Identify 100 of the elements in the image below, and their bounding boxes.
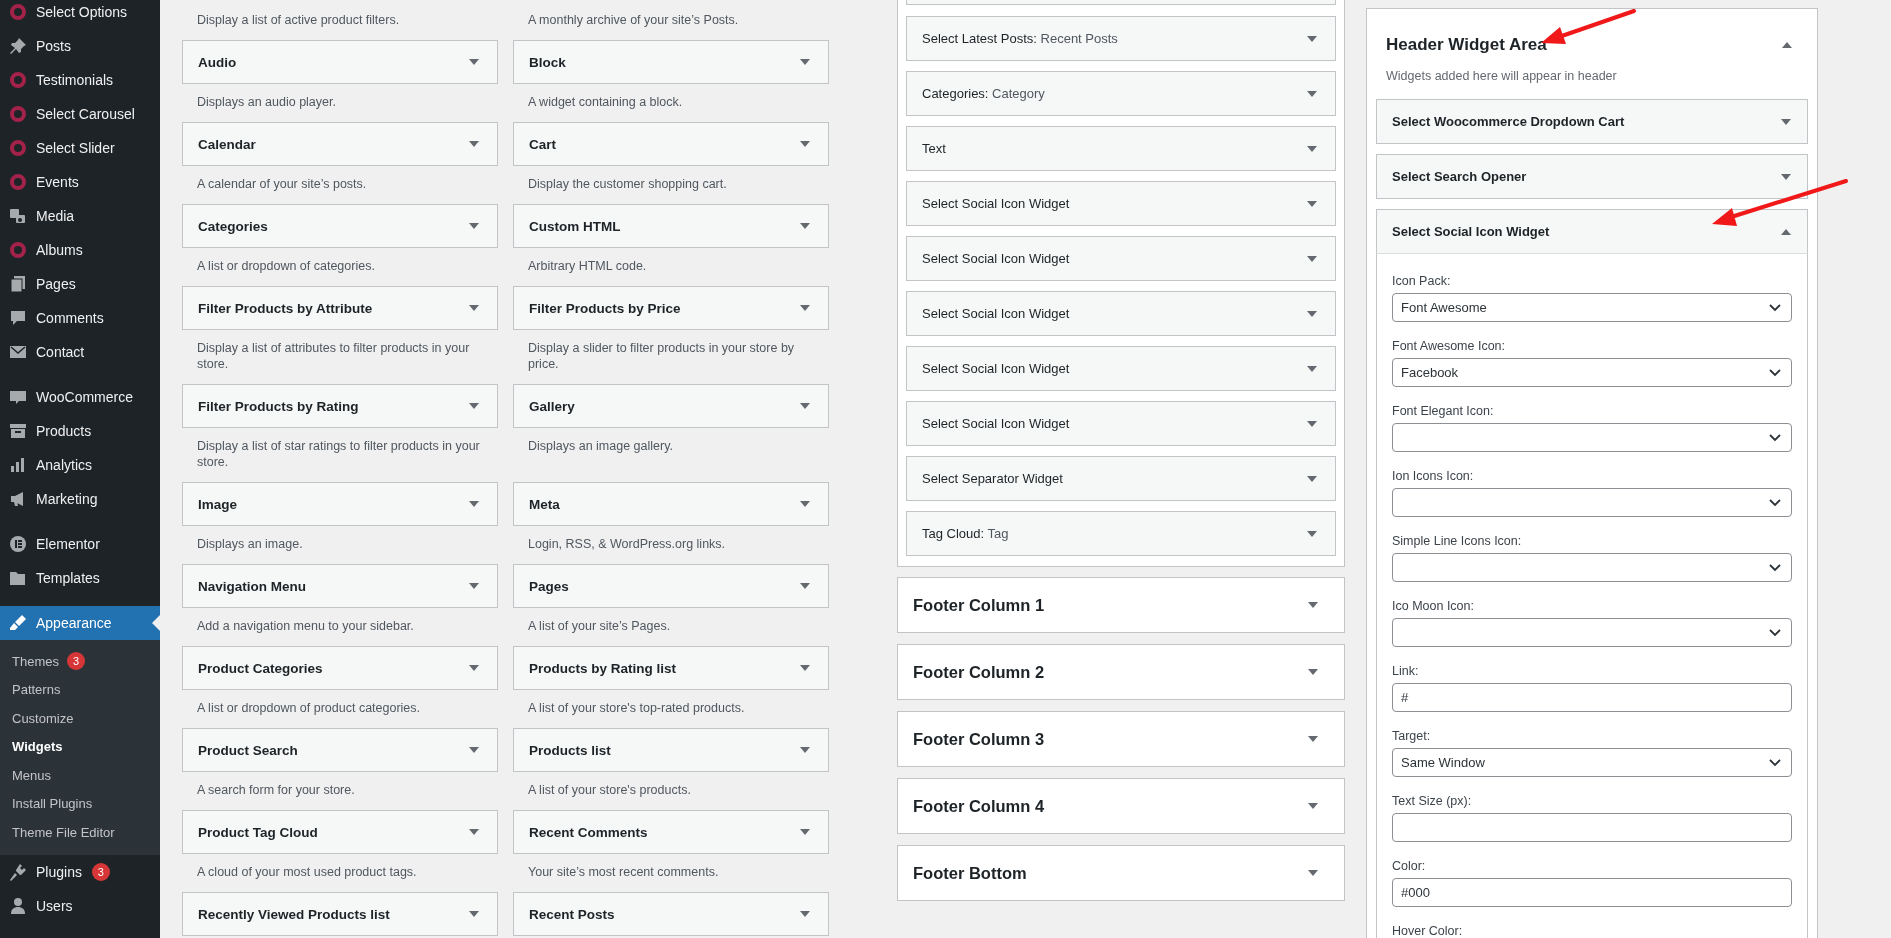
submenu-item[interactable]: Install Plugins [0,789,160,818]
widget-bar[interactable]: Filter Products by Rating [182,384,498,428]
widget-description: A widget containing a block. [527,94,684,111]
select-field[interactable]: Same Window [1392,748,1792,777]
caret-down-icon [800,829,810,835]
widget-bar[interactable]: Audio [182,40,498,84]
widget-bar[interactable]: Select Social Icon Widget [906,236,1336,281]
select-field[interactable]: Facebook [1392,358,1792,387]
chevron-down-icon [1769,368,1781,377]
menu-item[interactable]: Products [0,414,160,448]
menu-item[interactable]: Events [0,165,160,199]
field-label: Simple Line Icons Icon: [1392,533,1523,549]
menu-item[interactable]: Media [0,199,160,233]
menu-item[interactable]: Pages [0,267,160,301]
widget-bar[interactable]: Product Tag Cloud [182,810,498,854]
widget-area-header[interactable]: Header Widget Area [1376,25,1808,65]
widget-bar[interactable]: Product Categories [182,646,498,690]
widget-bar[interactable]: Recent Comments [513,810,829,854]
menu-item[interactable]: WooCommerce [0,380,160,414]
widget-bar[interactable]: Categories [182,204,498,248]
widget-bar[interactable]: Image [182,482,498,526]
widget-bar[interactable]: Text [906,126,1336,171]
select-field[interactable] [1392,423,1792,452]
widget-bar[interactable]: Filter Products by Attribute [182,286,498,330]
ring-icon [8,2,28,22]
widget-bar[interactable]: Select Latest Posts: Recent Posts [906,16,1336,61]
menu-item[interactable]: Analytics [0,448,160,482]
widget-description: Displays an image. [196,536,304,553]
widget-bar[interactable]: Select Social Icon Widget [906,181,1336,226]
widget-bar[interactable]: Select Social Icon Widget [906,401,1336,446]
widget-area-header[interactable]: Footer Column 1 [897,577,1345,633]
widget-bar[interactable]: Categories: Category [906,71,1336,116]
caret-down-icon [469,223,479,229]
widget-bar[interactable]: Product Search [182,728,498,772]
widget-area-header[interactable]: Footer Column 3 [897,711,1345,767]
widget-bar[interactable]: Select Separator Widget [906,456,1336,501]
menu-item[interactable]: Select Options [0,0,160,29]
current-pointer [152,615,160,631]
widget-bar[interactable]: Gallery [513,384,829,428]
menu-item[interactable]: Users [0,888,160,923]
widget-bar[interactable]: Navigation Menu [182,564,498,608]
widget-bar[interactable]: Recent Posts [513,892,829,936]
widget-description: A list of your store's top-rated products. [527,700,746,717]
menu-item[interactable]: Albums [0,233,160,267]
widget-bar[interactable]: Filter Products by Price [513,286,829,330]
submenu-item[interactable]: Menus [0,761,160,790]
text-field[interactable]: # [1392,683,1792,712]
menu-item[interactable]: Marketing [0,482,160,516]
menu-item[interactable]: Plugins 3 [0,854,160,889]
widget-bar[interactable]: Calendar [182,122,498,166]
widget-bar[interactable]: Pages [513,564,829,608]
submenu-item[interactable]: Themes 3 [0,647,160,676]
widget-bar[interactable]: Cart [513,122,829,166]
widget-area-header[interactable]: Footer Column 4 [897,778,1345,834]
menu-item[interactable]: Contact [0,335,160,369]
caret-down-icon [469,747,479,753]
widget-description: A list or dropdown of categories. [196,258,376,275]
widget-bar[interactable]: Products by Rating list [513,646,829,690]
select-field[interactable] [1392,488,1792,517]
widget-bar[interactable]: Select Social Icon Widget [1376,209,1808,254]
caret-down-icon [1307,35,1317,42]
widget-bar[interactable]: Block [513,40,829,84]
select-field[interactable] [1392,618,1792,647]
widget-bar[interactable]: Recently Viewed Products list [182,892,498,936]
widget-bar[interactable]: Tag Cloud: Tag [906,511,1336,556]
submenu-item[interactable]: Theme File Editor [0,818,160,847]
caret-down-icon [1308,669,1318,675]
widget-bar[interactable]: Meta [513,482,829,526]
select-field[interactable]: Font Awesome [1392,293,1792,322]
submenu-item[interactable]: Widgets [0,732,160,761]
widget-bar[interactable]: Select Woocommerce Dropdown Cart [1376,99,1808,144]
widget-bar[interactable]: Select Search Opener [1376,154,1808,199]
menu-item[interactable]: Select Slider [0,131,160,165]
text-field[interactable] [1392,813,1792,842]
submenu-item[interactable]: Customize [0,704,160,733]
menu-item[interactable]: Templates [0,561,160,595]
menu-item[interactable]: Appearance [0,606,160,640]
caret-down-icon [800,583,810,589]
field-label: Icon Pack: [1392,273,1452,289]
menu-item[interactable]: Comments [0,301,160,335]
field-label: Ico Moon Icon: [1392,598,1475,614]
widget-bar[interactable]: Custom HTML [513,204,829,248]
submenu-item[interactable]: Patterns [0,675,160,704]
text-field[interactable]: #000 [1392,878,1792,907]
widget-description: Arbitrary HTML code. [527,258,648,275]
menu-item[interactable]: Elementor [0,527,160,561]
widget-bar[interactable]: Select Social Icon Widget [906,346,1336,391]
plug-icon [8,861,28,882]
caret-down-icon [800,223,810,229]
caret-down-icon [469,403,479,409]
menu-item[interactable]: Select Carousel [0,97,160,131]
select-field[interactable] [1392,553,1792,582]
widget-area-header[interactable]: Footer Column 2 [897,644,1345,700]
menu-item[interactable]: Posts [0,29,160,63]
menu-item[interactable]: Testimonials [0,63,160,97]
widget-bar[interactable]: Select Social Icon Widget [906,291,1336,336]
comment-icon [8,308,28,328]
widget-area-header[interactable]: Footer Bottom [897,845,1345,901]
widget-bar[interactable]: Products list [513,728,829,772]
widget-bar[interactable] [906,0,1336,5]
